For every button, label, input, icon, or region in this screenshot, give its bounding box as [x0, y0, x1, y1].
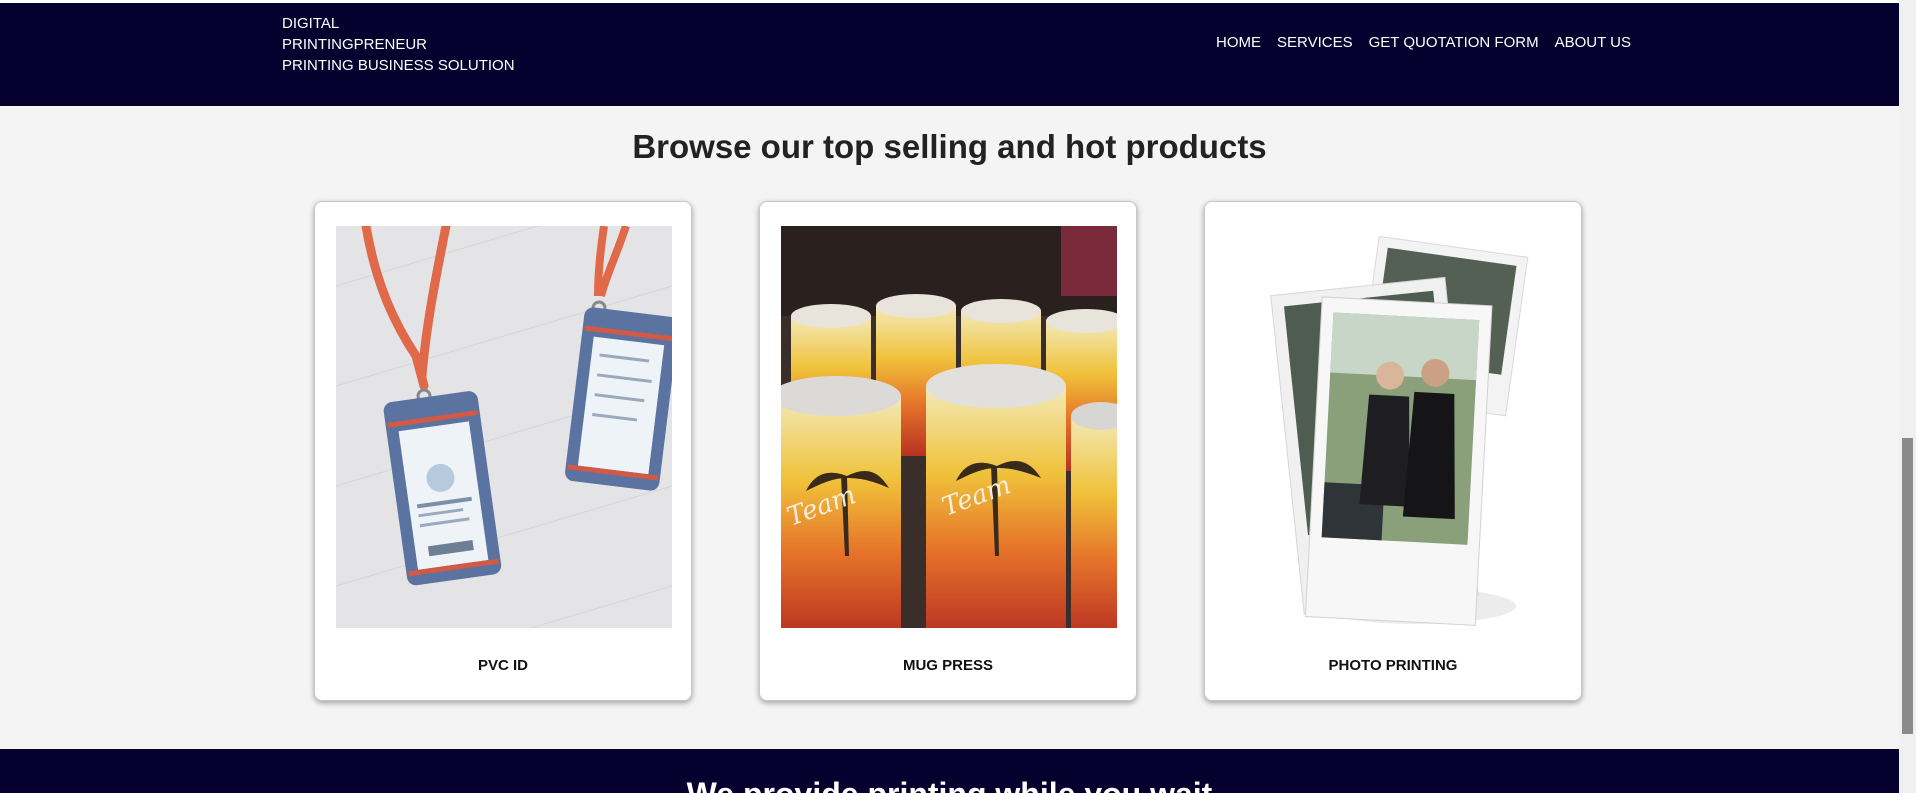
nav-services-link[interactable]: SERVICES	[1277, 34, 1353, 51]
nav-home-link[interactable]: HOME	[1216, 34, 1261, 51]
footer-banner-title: We provide printing while you wait	[0, 776, 1899, 793]
footer-banner: We provide printing while you wait	[0, 749, 1899, 793]
scrollbar-thumb[interactable]	[1902, 438, 1913, 734]
photo-printing-image	[1226, 226, 1562, 628]
main-menu: HOME SERVICES GET QUOTATION FORM ABOUT U…	[1216, 34, 1631, 51]
product-card-photo-printing[interactable]: PHOTO PRINTING	[1204, 201, 1582, 701]
brand-line-3: PRINTING BUSINESS SOLUTION	[282, 57, 515, 74]
brand-line-2: PRINTINGPRENEUR	[282, 36, 428, 53]
nav-quotation-link[interactable]: GET QUOTATION FORM	[1369, 34, 1539, 51]
brand-line-1: DIGITAL	[282, 15, 340, 32]
brand-logo-text[interactable]: DIGITAL PRINTINGPRENEUR PRINTING BUSINES…	[282, 13, 515, 76]
pvc-id-image	[336, 226, 672, 628]
product-label-mug-press: MUG PRESS	[902, 657, 993, 674]
nav-about-link[interactable]: ABOUT US	[1555, 34, 1631, 51]
products-heading: Browse our top selling and hot products	[632, 128, 1267, 165]
page-scrollbar[interactable]	[1899, 0, 1916, 793]
navbar: DIGITAL PRINTINGPRENEUR PRINTING BUSINES…	[0, 3, 1899, 106]
product-card-mug-press[interactable]: Team Team MUG PRESS	[759, 201, 1137, 701]
product-card-pvc-id[interactable]: PVC ID	[314, 201, 692, 701]
product-label-photo-printing: PHOTO PRINTING	[1328, 657, 1458, 674]
product-label-pvc-id: PVC ID	[477, 657, 528, 674]
mug-press-image: Team Team	[781, 226, 1117, 628]
